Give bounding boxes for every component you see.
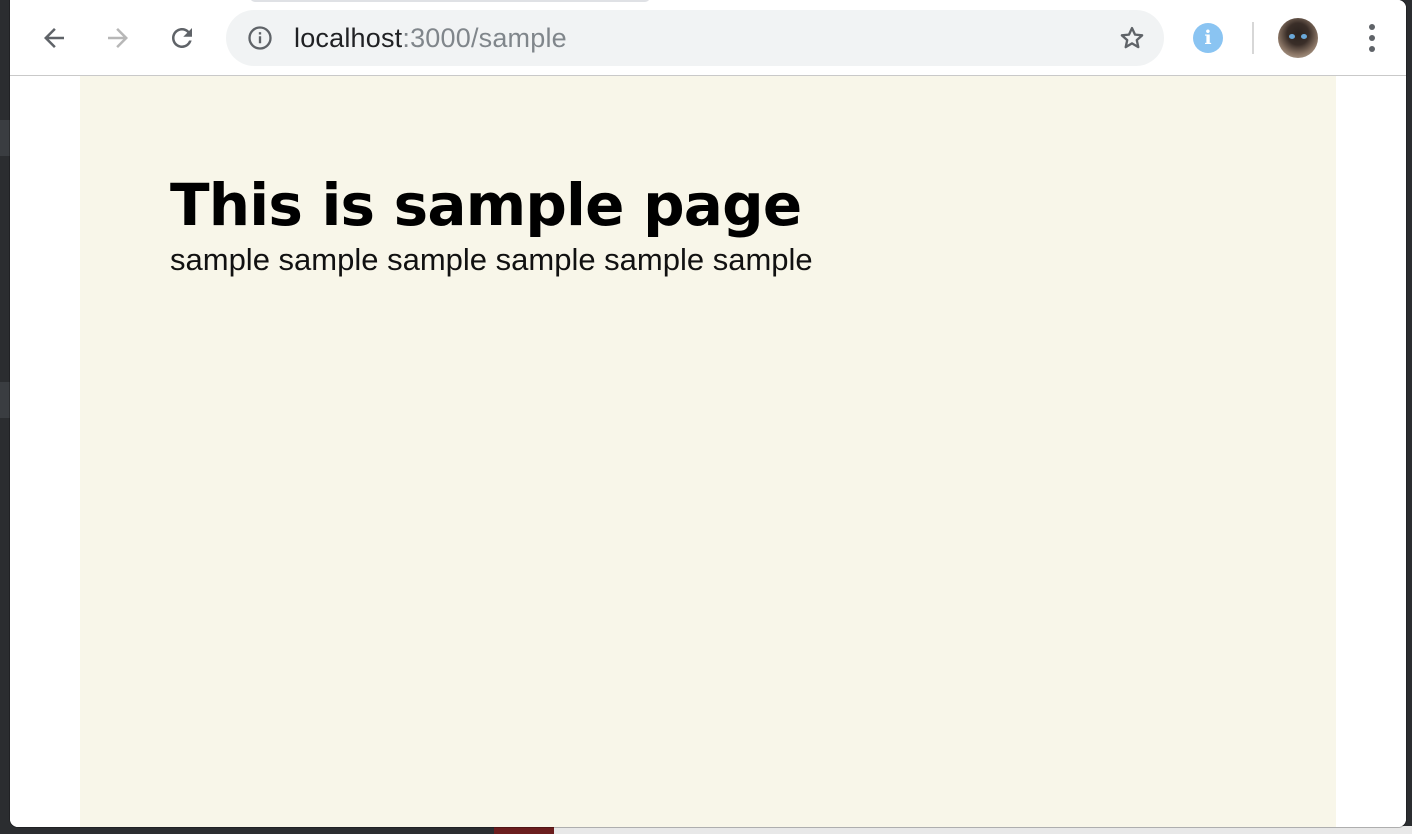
address-bar[interactable]: localhost:3000/sample — [226, 10, 1164, 66]
browser-toolbar: localhost:3000/sample i — [10, 0, 1406, 76]
url-text[interactable]: localhost:3000/sample — [294, 10, 567, 66]
browser-menu-button[interactable] — [1350, 16, 1394, 60]
avatar[interactable] — [1278, 18, 1318, 58]
reload-button[interactable] — [160, 16, 204, 60]
back-button[interactable] — [32, 16, 76, 60]
background-app-bottom — [0, 826, 1412, 834]
three-dots-vertical-icon — [1369, 24, 1375, 30]
info-circle-icon[interactable] — [246, 24, 274, 52]
star-outline-icon[interactable] — [1118, 24, 1146, 52]
page-content: This is sample page sample sample sample… — [80, 76, 1336, 827]
page-text: sample sample sample sample sample sampl… — [170, 242, 813, 277]
browser-window: localhost:3000/sample i This is sample p… — [10, 0, 1406, 827]
tab-strip-edge — [250, 0, 650, 2]
url-host: localhost — [294, 23, 403, 53]
toolbar-divider — [1252, 22, 1254, 54]
page-title: This is sample page — [170, 171, 802, 239]
arrow-right-icon — [108, 28, 128, 48]
url-path: :3000/sample — [402, 23, 567, 53]
extension-info-icon[interactable]: i — [1193, 23, 1223, 53]
background-app-edge — [0, 0, 10, 834]
arrow-left-icon — [44, 28, 64, 48]
forward-button[interactable] — [96, 16, 140, 60]
page-viewport: This is sample page sample sample sample… — [10, 76, 1406, 827]
reload-icon — [172, 28, 192, 48]
